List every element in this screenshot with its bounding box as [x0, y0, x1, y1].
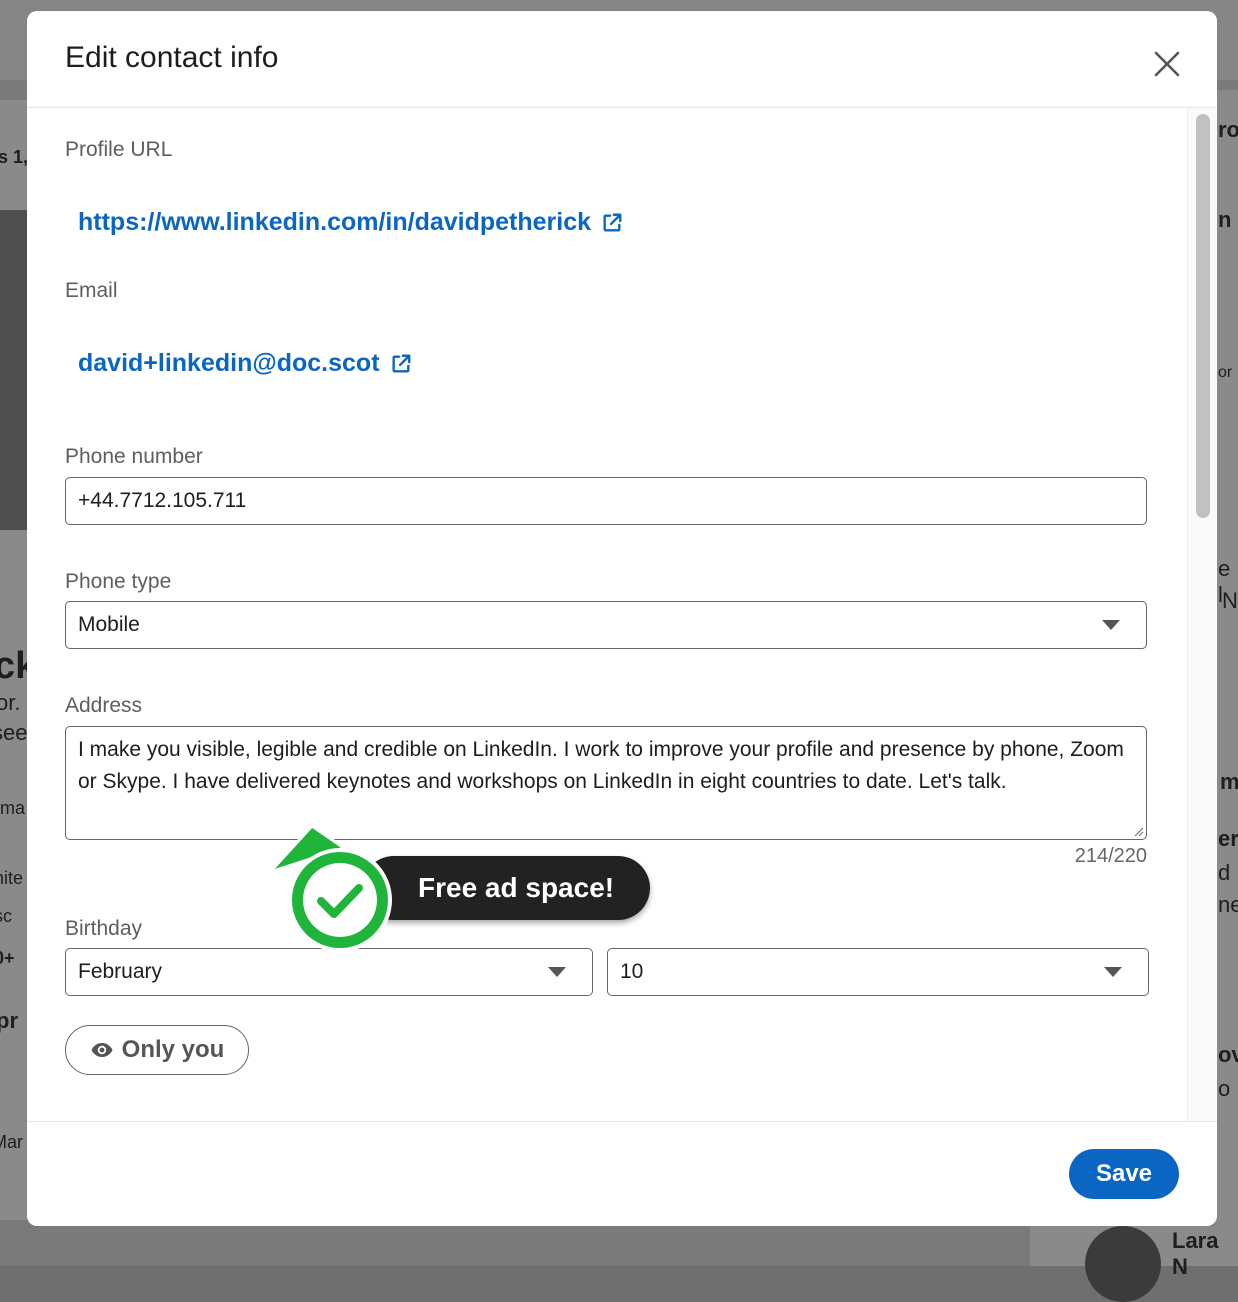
- scrollbar-thumb[interactable]: [1196, 114, 1210, 518]
- email-text: david+linkedin@doc.scot: [78, 349, 380, 377]
- phone-number-input[interactable]: +44.7712.105.711: [65, 477, 1147, 525]
- background-text: er: [1218, 826, 1238, 851]
- caret-down-icon: [1102, 620, 1120, 630]
- ad-banner: Free ad space!: [362, 856, 650, 920]
- phone-number-label: Phone number: [65, 445, 203, 468]
- dialog-footer: Save: [27, 1121, 1217, 1226]
- birthday-day-value: 10: [620, 960, 644, 983]
- background-text: o: [1218, 1076, 1231, 1101]
- external-link-icon: [603, 213, 622, 232]
- caret-down-icon: [1104, 967, 1122, 977]
- ad-text: Free ad space!: [418, 872, 615, 903]
- edit-contact-info-dialog: Edit contact info Profile URL https://ww…: [27, 11, 1217, 1226]
- resize-handle-icon[interactable]: [1132, 825, 1144, 837]
- background-text: m: [1220, 769, 1238, 794]
- dialog-scrollbar[interactable]: [1187, 108, 1217, 1121]
- email-label: Email: [65, 279, 118, 302]
- background-text: N: [1222, 588, 1238, 613]
- background-avatar: [1085, 1226, 1161, 1302]
- save-button[interactable]: Save: [1069, 1149, 1179, 1199]
- profile-url-label: Profile URL: [65, 138, 173, 161]
- background-text: sc: [0, 906, 12, 926]
- address-textarea[interactable]: I make you visible, legible and credible…: [65, 726, 1147, 840]
- background-text: s 1,: [0, 147, 29, 167]
- background-text: ov: [1218, 1042, 1238, 1067]
- background-text: see: [0, 720, 28, 745]
- eye-icon: [91, 1043, 113, 1057]
- birthday-label: Birthday: [65, 917, 143, 940]
- green-check-badge-icon: [268, 824, 392, 952]
- visibility-label: Only you: [121, 1036, 225, 1063]
- background-text: ne: [1218, 892, 1238, 917]
- visibility-button[interactable]: Only you: [65, 1025, 249, 1075]
- address-value: I make you visible, legible and credible…: [78, 738, 1124, 793]
- dialog-title: Edit contact info: [65, 41, 279, 74]
- background-text: 0+: [0, 948, 15, 968]
- background-text: pr: [0, 1008, 18, 1033]
- close-icon: [1154, 51, 1180, 77]
- birthday-day-select[interactable]: 10: [607, 948, 1149, 996]
- phone-type-label: Phone type: [65, 570, 172, 593]
- phone-type-value: Mobile: [78, 613, 140, 636]
- background-text: rma: [0, 798, 25, 818]
- background-text: nite: [0, 868, 24, 888]
- background-text: or: [1218, 364, 1233, 381]
- close-button[interactable]: [1147, 44, 1187, 84]
- background-text: ro: [1218, 117, 1238, 142]
- dialog-body: Profile URL https://www.linkedin.com/in/…: [27, 108, 1217, 1121]
- email-link[interactable]: david+linkedin@doc.scot: [78, 349, 412, 378]
- dialog-header: Edit contact info: [27, 11, 1217, 108]
- external-link-icon: [392, 354, 410, 373]
- caret-down-icon: [548, 967, 566, 977]
- address-label: Address: [65, 694, 143, 717]
- background-text: Lara N: [1172, 1228, 1219, 1279]
- background-text: or.: [0, 690, 21, 715]
- background-profile-photo: [0, 210, 30, 530]
- address-char-counter: 214/220: [1074, 845, 1147, 867]
- profile-url-text: https://www.linkedin.com/in/davidpetheri…: [78, 208, 592, 236]
- background-text: d: [1218, 860, 1231, 885]
- phone-type-select[interactable]: Mobile: [65, 601, 1147, 649]
- background-text: Mar: [0, 1132, 23, 1152]
- background-text: n: [1218, 207, 1232, 232]
- phone-number-value: +44.7712.105.711: [78, 489, 247, 512]
- birthday-month-value: February: [78, 960, 163, 983]
- profile-url-link[interactable]: https://www.linkedin.com/in/davidpetheri…: [78, 208, 623, 237]
